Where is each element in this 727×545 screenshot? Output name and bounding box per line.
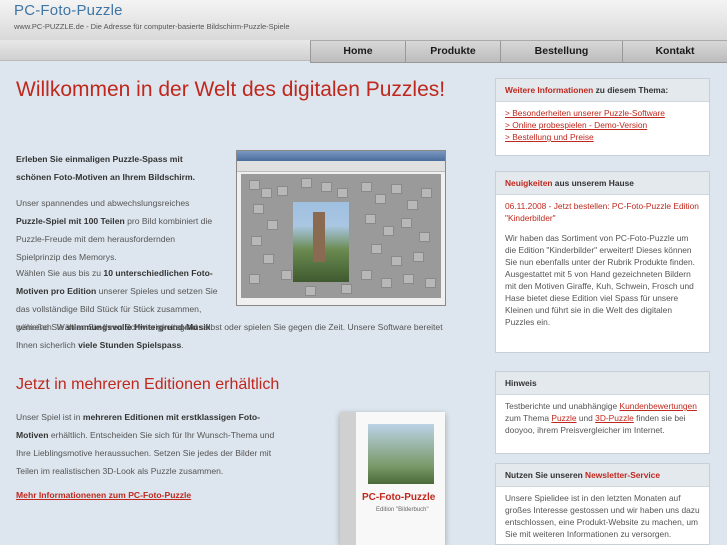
link-reviews[interactable]: Kundenbewertungen [620,401,697,411]
site-logo[interactable]: PC-Foto-Puzzle [14,2,123,19]
nav-home[interactable]: Home [310,41,405,62]
link-software-features[interactable]: > Besonderheiten unserer Puzzle-Software [505,107,700,119]
more-info-link[interactable]: Mehr Informationenen zum PC-Foto-Puzzle [16,490,191,500]
news-headline: 06.11.2008 - Jetzt bestellen: PC-Foto-Pu… [505,201,699,223]
newsletter-link[interactable]: Newsletter-Service [585,470,660,480]
paragraph-features: Unser spannendes und abwechslungsreiches… [16,198,213,262]
nav-produkte[interactable]: Produkte [405,41,500,62]
link-order-prices[interactable]: > Bestellung und Preise [505,131,700,143]
newsletter-text: Unsere Spielidee ist in den letzten Mona… [505,493,700,539]
puzzle-board [241,174,441,298]
link-demo[interactable]: > Online probespielen - Demo-Version [505,119,700,131]
newsletter-box: Nutzen Sie unseren Newsletter-Service Un… [495,463,710,545]
product-box-subtitle: Edition "Bilderbuch" [376,507,429,513]
page-title: Willkommen in der Welt des digitalen Puz… [16,78,446,101]
nav-spacer [0,40,310,61]
product-box-image: PC-Foto-Puzzle Edition "Bilderbuch" [340,412,445,545]
site-header: PC-Foto-Puzzle www.PC-PUZZLE.de - Die Ad… [0,0,727,40]
nav-kontakt[interactable]: Kontakt [622,41,727,62]
intro-text: Erleben Sie einmaligen Puzzle-Spass mit … [16,154,196,182]
paragraph-motives-cont: genießen. Wählen Sie Ihren Schwierigkeit… [16,322,443,350]
link-3d-puzzle[interactable]: 3D-Puzzle [595,413,634,423]
news-text-2: Ausgestattet mit 5 von Hand gezeichneten… [505,269,694,327]
product-box-title: PC-Foto-Puzzle [362,492,436,503]
news-text: Wir haben das Sortiment von PC-Foto-Puzz… [505,233,695,267]
info-box: Weitere Informationen zu diesem Thema: >… [495,78,710,156]
main-nav: Home Produkte Bestellung Kontakt [310,40,727,63]
site-tagline: www.PC-PUZZLE.de - Die Adresse für compu… [14,22,290,31]
section-title-editions: Jetzt in mehreren Editionen erhältlich [16,376,280,393]
hint-box: Hinweis Testberichte und unabhängige Kun… [495,371,710,454]
game-screenshot [236,150,446,306]
paragraph-editions: Unser Spiel ist in mehreren Editionen mi… [16,412,275,476]
link-puzzle[interactable]: Puzzle [551,413,576,423]
hint-text: Testberichte und unabhängige Kundenbewer… [505,401,697,435]
news-box: Neuigkeiten aus unserem Hause 06.11.2008… [495,171,710,353]
nav-bestellung[interactable]: Bestellung [500,41,622,62]
main-content: Willkommen in der Welt des digitalen Puz… [0,62,478,545]
